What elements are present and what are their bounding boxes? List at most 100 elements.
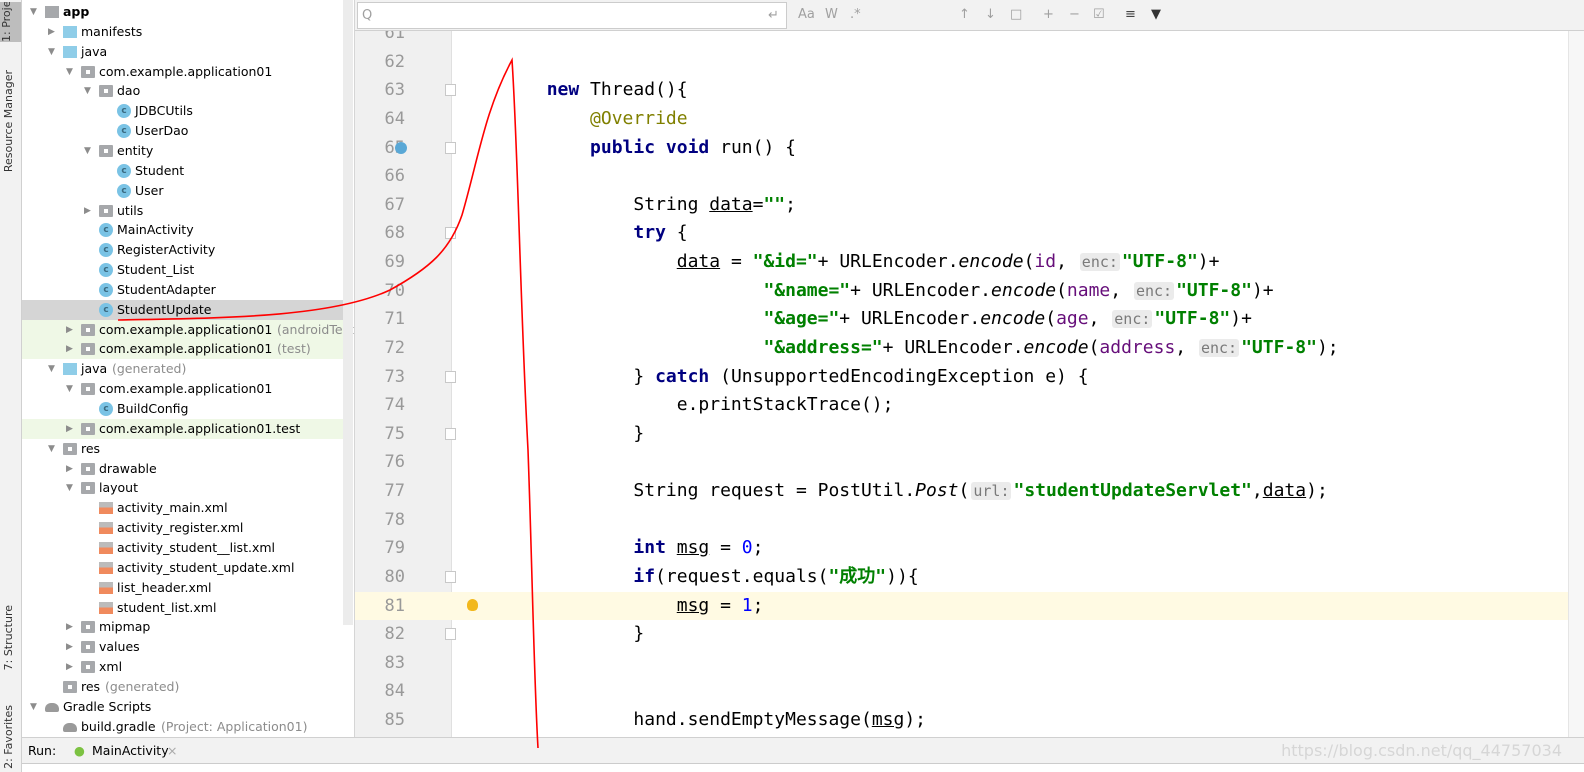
tree-item[interactable]: c RegisterActivity — [22, 240, 353, 260]
select-all-button[interactable]: □ — [1010, 7, 1022, 22]
collapse-arrow-icon[interactable]: ▼ — [48, 359, 60, 379]
code-line[interactable]: 65 public void run() { — [355, 134, 1568, 163]
tree-item[interactable]: ▼ res — [22, 439, 353, 459]
prev-occurrence-button[interactable]: ↑ — [959, 7, 970, 22]
new-line-icon[interactable]: ↵ — [768, 8, 779, 23]
collapse-arrow-icon[interactable]: ▼ — [84, 141, 96, 161]
code-line[interactable]: 75 } — [355, 420, 1568, 449]
code-line[interactable]: 76 — [355, 448, 1568, 477]
tree-item[interactable]: activity_student_update.xml — [22, 558, 353, 578]
tree-item[interactable]: ▼ com.example.application01 — [22, 62, 353, 82]
tree-item[interactable]: ▼ java (generated) — [22, 359, 353, 379]
collapse-arrow-icon[interactable]: ▼ — [48, 42, 60, 62]
tree-item[interactable]: ▶ mipmap — [22, 617, 353, 637]
fold-icon[interactable] — [445, 628, 456, 641]
code-line[interactable]: 62 — [355, 48, 1568, 77]
expand-arrow-icon[interactable]: ▶ — [66, 637, 78, 657]
tree-item[interactable]: ▼ java — [22, 42, 353, 62]
select-all-occurrences-button[interactable]: ☑ — [1093, 7, 1105, 22]
expand-arrow-icon[interactable]: ▶ — [66, 657, 78, 677]
code-line[interactable]: 69 data = "&id="+ URLEncoder.encode(id, … — [355, 248, 1568, 277]
code-line[interactable]: 73 } catch (UnsupportedEncodingException… — [355, 363, 1568, 392]
tree-item[interactable]: student_list.xml — [22, 598, 353, 618]
tree-item[interactable]: activity_student__list.xml — [22, 538, 353, 558]
tree-item[interactable]: ▼ layout — [22, 478, 353, 498]
code-line[interactable]: 70 "&name="+ URLEncoder.encode(name, enc… — [355, 277, 1568, 306]
tab-favorites[interactable]: 2: Favorites — [2, 705, 15, 769]
collapse-arrow-icon[interactable]: ▼ — [30, 2, 42, 22]
add-selection-button[interactable]: + — [1043, 7, 1054, 22]
expand-arrow-icon[interactable]: ▶ — [66, 617, 78, 637]
code-line[interactable]: 71 "&age="+ URLEncoder.encode(age, enc: "… — [355, 305, 1568, 334]
regex-button[interactable]: .* — [850, 7, 861, 22]
tree-item[interactable]: ▼ app — [22, 2, 353, 22]
tree-scrollbar[interactable] — [343, 0, 353, 625]
tree-item[interactable]: c StudentUpdate — [22, 299, 353, 320]
tree-item[interactable]: c User — [22, 181, 353, 201]
run-tab-mainactivity[interactable]: MainActivity — [92, 738, 169, 763]
tree-item[interactable]: c Student — [22, 161, 353, 181]
override-method-icon[interactable] — [395, 141, 407, 154]
code-line[interactable]: 80 if(request.equals("成功")){ — [355, 563, 1568, 592]
tab-resource-manager[interactable]: Resource Manager — [2, 70, 15, 172]
code-line[interactable]: 77 String request = PostUtil.Post(url: "s… — [355, 477, 1568, 506]
tree-item[interactable]: c MainActivity — [22, 220, 353, 240]
expand-arrow-icon[interactable]: ▶ — [66, 459, 78, 479]
expand-arrow-icon[interactable]: ▶ — [66, 320, 78, 340]
code-line[interactable]: 78 — [355, 506, 1568, 535]
tree-item[interactable]: ▼ com.example.application01 — [22, 379, 353, 399]
code-line[interactable]: 63 new Thread(){ — [355, 76, 1568, 105]
collapse-arrow-icon[interactable]: ▼ — [66, 478, 78, 498]
tree-item[interactable]: c StudentAdapter — [22, 280, 353, 300]
editor-scrollbar[interactable] — [1568, 31, 1584, 737]
code-line[interactable]: 83 — [355, 649, 1568, 678]
tree-item[interactable]: activity_main.xml — [22, 498, 353, 518]
code-line[interactable]: 61 — [355, 31, 1568, 48]
tree-item[interactable]: list_header.xml — [22, 578, 353, 598]
tree-item[interactable]: c BuildConfig — [22, 399, 353, 419]
tree-item[interactable]: c JDBCUtils — [22, 101, 353, 121]
tree-item[interactable]: activity_register.xml — [22, 518, 353, 538]
next-occurrence-button[interactable]: ↓ — [985, 7, 996, 22]
filter-icon[interactable]: ▼ — [1151, 7, 1161, 22]
code-line[interactable]: 67 String data=""; — [355, 191, 1568, 220]
tree-item[interactable]: res (generated) — [22, 677, 353, 697]
fold-icon[interactable] — [445, 570, 456, 583]
code-line[interactable]: 82 } — [355, 620, 1568, 649]
tree-item[interactable]: ▶ drawable — [22, 459, 353, 479]
words-button[interactable]: W — [825, 7, 838, 22]
collapse-arrow-icon[interactable]: ▼ — [30, 697, 42, 717]
expand-arrow-icon[interactable]: ▶ — [84, 201, 96, 221]
tree-item[interactable]: ▼ dao — [22, 81, 353, 101]
fold-icon[interactable] — [445, 141, 456, 154]
code-line[interactable]: 74 e.printStackTrace(); — [355, 391, 1568, 420]
tree-item[interactable]: ▶ values — [22, 637, 353, 657]
code-line[interactable]: 79 int msg = 0; — [355, 534, 1568, 563]
tree-item[interactable]: c UserDao — [22, 121, 353, 141]
match-case-button[interactable]: Aa — [798, 7, 815, 22]
tree-item[interactable]: ▶ utils — [22, 201, 353, 221]
collapse-arrow-icon[interactable]: ▼ — [84, 81, 96, 101]
code-editor[interactable]: 616263 new Thread(){64 @Override65 publi… — [355, 31, 1568, 737]
tree-item[interactable]: ▶ com.example.application01 (test) — [22, 339, 353, 360]
fold-icon[interactable] — [445, 227, 456, 240]
tree-item[interactable]: ▶ manifests — [22, 22, 353, 42]
expand-arrow-icon[interactable]: ▶ — [66, 339, 78, 359]
code-line[interactable]: 81 msg = 1; — [355, 591, 1568, 621]
close-icon[interactable]: × — [167, 738, 177, 763]
collapse-arrow-icon[interactable]: ▼ — [66, 379, 78, 399]
collapse-arrow-icon[interactable]: ▼ — [48, 439, 60, 459]
tree-item[interactable]: build.gradle (Project: Application01) — [22, 717, 353, 737]
filter-options-button[interactable]: ≡ — [1125, 7, 1136, 22]
tree-item[interactable]: ▶ com.example.application01.test — [22, 418, 353, 439]
code-line[interactable]: 85 hand.sendEmptyMessage(msg); — [355, 706, 1568, 735]
expand-arrow-icon[interactable]: ▶ — [48, 22, 60, 42]
code-line[interactable]: 64 @Override — [355, 105, 1568, 134]
remove-selection-button[interactable]: − — [1069, 7, 1080, 22]
code-line[interactable]: 66 — [355, 162, 1568, 191]
search-input[interactable]: Q ↵ — [357, 2, 787, 29]
fold-icon[interactable] — [445, 427, 456, 440]
collapse-arrow-icon[interactable]: ▼ — [66, 62, 78, 82]
code-line[interactable]: 84 — [355, 677, 1568, 706]
tree-item[interactable]: ▶ xml — [22, 657, 353, 677]
